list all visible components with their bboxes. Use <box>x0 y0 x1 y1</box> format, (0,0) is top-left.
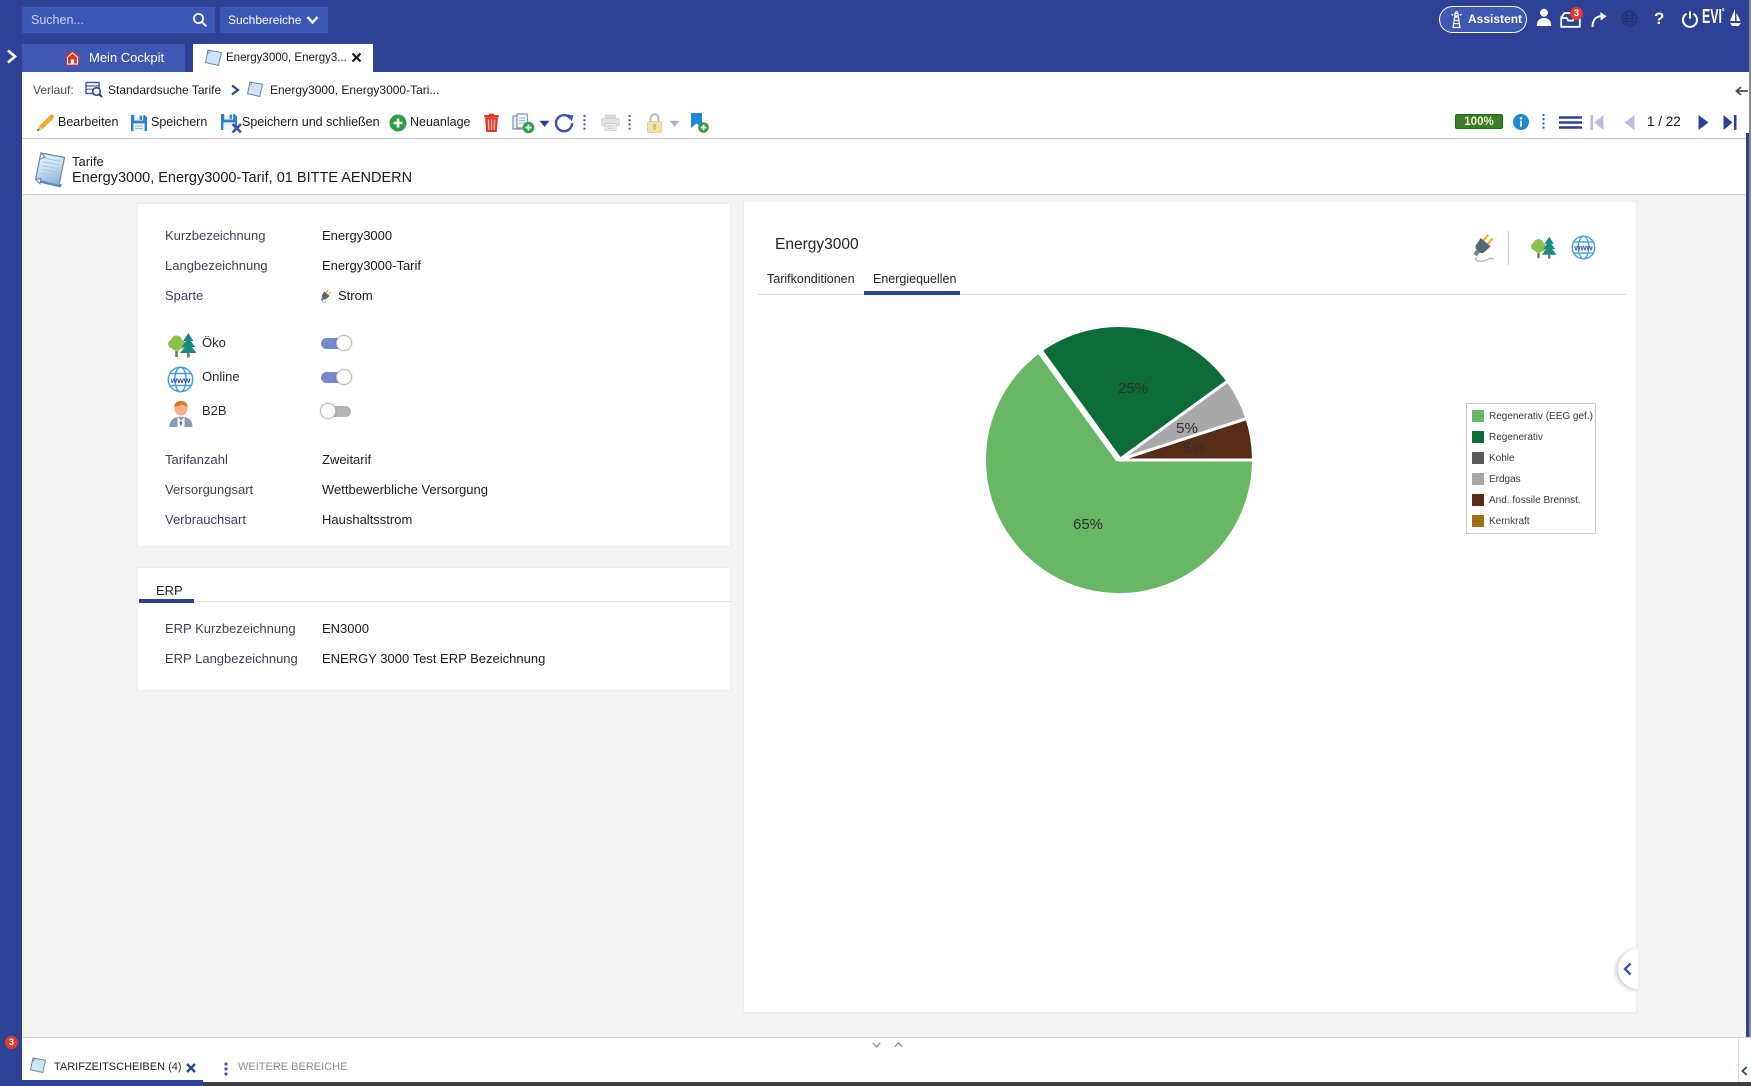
svg-text:65%: 65% <box>1073 516 1103 533</box>
svg-text:www: www <box>170 375 191 385</box>
svg-text:www: www <box>1573 244 1593 253</box>
svg-text:5%: 5% <box>1183 440 1205 457</box>
svg-text:25%: 25% <box>1118 380 1148 397</box>
svg-text:5%: 5% <box>1176 420 1198 437</box>
